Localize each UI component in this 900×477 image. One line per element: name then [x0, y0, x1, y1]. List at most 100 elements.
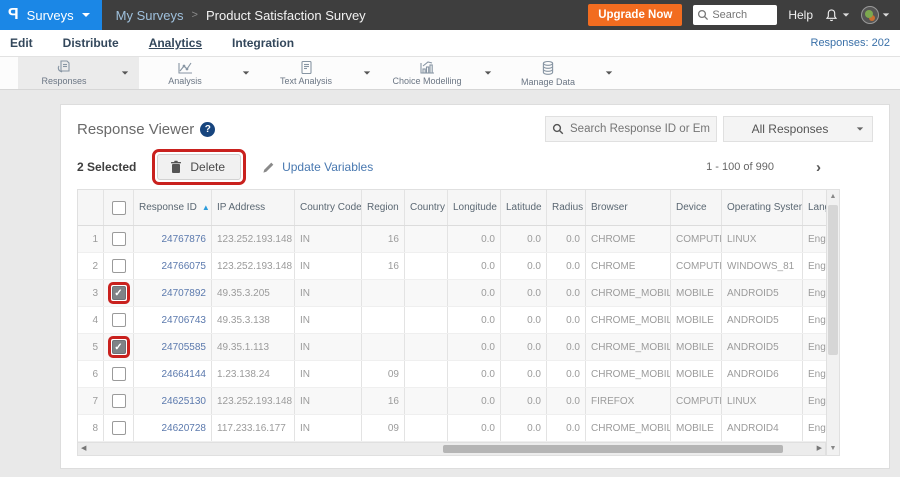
header-browser[interactable]: Browser [586, 190, 671, 225]
header-country[interactable]: Country [405, 190, 448, 225]
tab-analytics[interactable]: Analytics [149, 36, 202, 50]
tab-edit[interactable]: Edit [10, 36, 33, 50]
cell-country [405, 307, 448, 333]
response-id-link[interactable]: 24625130 [162, 396, 207, 407]
row-checkbox[interactable] [111, 286, 126, 300]
scroll-right-icon[interactable]: ▶ [817, 444, 822, 452]
cell-ip-address: 1.23.138.24 [212, 361, 295, 387]
header-device[interactable]: Device [671, 190, 722, 225]
cell-device: MOBILE [671, 280, 722, 306]
breadcrumb-my-surveys[interactable]: My Surveys [116, 8, 184, 23]
header-country-code[interactable]: Country Code [295, 190, 362, 225]
header-operating-system[interactable]: Operating System [722, 190, 803, 225]
cell-browser: CHROME [586, 253, 671, 279]
account-menu[interactable] [861, 6, 890, 24]
responses-count-badge[interactable]: Responses: 202 [811, 37, 891, 49]
response-id-link[interactable]: 24707892 [162, 288, 207, 299]
cell-country-code: IN [295, 226, 362, 252]
row-number: 1 [78, 226, 104, 252]
response-filter-dropdown[interactable]: All Responses [723, 116, 873, 142]
chevron-down-icon [842, 13, 850, 17]
row-checkbox[interactable] [111, 394, 126, 408]
cell-device: MOBILE [671, 361, 722, 387]
cell-country-code: IN [295, 388, 362, 414]
response-search-input[interactable] [545, 116, 717, 142]
row-number: 6 [78, 361, 104, 387]
tab-integration[interactable]: Integration [232, 36, 294, 50]
header-checkbox-cell [104, 190, 134, 225]
manage-data-icon [542, 60, 554, 75]
selected-count-label: 2 Selected [77, 160, 137, 174]
vertical-scroll-thumb[interactable] [828, 205, 838, 355]
scroll-up-icon[interactable]: ▲ [827, 193, 839, 200]
page-title: Response Viewer [77, 120, 195, 138]
header-longitude[interactable]: Longitude [448, 190, 501, 225]
scroll-down-icon[interactable]: ▼ [827, 445, 839, 452]
horizontal-scroll-thumb[interactable] [443, 445, 783, 453]
update-variables-button[interactable]: Update Variables [262, 160, 373, 174]
row-checkbox-cell [104, 226, 134, 252]
toolbar-text-analysis[interactable]: Text Analysis [260, 57, 352, 89]
row-checkbox-cell [104, 388, 134, 414]
chevron-down-icon [856, 127, 864, 131]
vertical-scrollbar[interactable]: ▲ ▼ [826, 189, 840, 456]
delete-button[interactable]: Delete [157, 154, 242, 180]
toolbar-responses-dropdown[interactable] [110, 57, 139, 89]
table-body: 1 24767876 123.252.193.148 IN 16 0.0 0.0… [78, 226, 826, 442]
toolbar-choice-modelling[interactable]: Choice Modelling [381, 57, 473, 89]
toolbar-manage-data-dropdown[interactable] [594, 57, 623, 89]
table-row: 5 24705585 49.35.1.113 IN 0.0 0.0 0.0 CH… [78, 334, 826, 361]
response-id-link[interactable]: 24664144 [162, 369, 207, 380]
surveys-menu[interactable]: P Surveys [0, 0, 102, 30]
toolbar-text-analysis-dropdown[interactable] [352, 57, 381, 89]
cell-longitude: 0.0 [448, 334, 501, 360]
cell-operating-system: LINUX [722, 226, 803, 252]
cell-country [405, 280, 448, 306]
cell-radius: 0.0 [547, 307, 586, 333]
response-id-link[interactable]: 24705585 [162, 342, 207, 353]
upgrade-now-button[interactable]: Upgrade Now [588, 4, 683, 26]
text-analysis-icon [300, 60, 312, 75]
header-region[interactable]: Region [362, 190, 405, 225]
toolbar-responses[interactable]: Responses [18, 57, 110, 89]
cell-language: English [803, 388, 826, 414]
cell-latitude: 0.0 [501, 226, 547, 252]
help-link[interactable]: Help [788, 8, 813, 22]
scroll-left-icon[interactable]: ◀ [81, 444, 86, 452]
response-id-link[interactable]: 24706743 [162, 315, 207, 326]
cell-operating-system: ANDROID5 [722, 280, 803, 306]
cell-country-code: IN [295, 334, 362, 360]
response-id-link[interactable]: 24620728 [162, 423, 207, 434]
row-checkbox[interactable] [111, 421, 126, 435]
toolbar-choice-modelling-dropdown[interactable] [473, 57, 502, 89]
avatar [861, 6, 879, 24]
horizontal-scrollbar[interactable]: ◀ ▶ [77, 443, 826, 456]
select-all-checkbox[interactable] [111, 200, 126, 215]
row-checkbox[interactable] [111, 340, 126, 354]
cell-country [405, 415, 448, 441]
row-checkbox[interactable] [111, 313, 126, 327]
cell-device: COMPUTER [671, 253, 722, 279]
next-page-button[interactable]: › [816, 160, 821, 175]
row-checkbox[interactable] [111, 367, 126, 381]
row-checkbox[interactable] [111, 259, 126, 273]
toolbar-analysis[interactable]: Analysis [139, 57, 231, 89]
toolbar-analysis-label: Analysis [168, 76, 202, 86]
header-response-id[interactable]: Response ID ▲ [134, 190, 212, 225]
cell-country [405, 226, 448, 252]
response-id-link[interactable]: 24766075 [162, 261, 207, 272]
header-ip-address[interactable]: IP Address [212, 190, 295, 225]
cell-device: COMPUTER [671, 226, 722, 252]
header-latitude[interactable]: Latitude [501, 190, 547, 225]
row-checkbox[interactable] [111, 232, 126, 246]
notifications-menu[interactable] [824, 8, 850, 23]
toolbar-manage-data[interactable]: Manage Data [502, 57, 594, 89]
toolbar-analysis-dropdown[interactable] [231, 57, 260, 89]
header-language[interactable]: Language [803, 190, 826, 225]
cell-browser: CHROME [586, 226, 671, 252]
help-icon[interactable]: ? [200, 121, 216, 137]
response-id-link[interactable]: 24767876 [162, 234, 207, 245]
cell-device: COMPUTER [671, 388, 722, 414]
header-radius[interactable]: Radius [547, 190, 586, 225]
tab-distribute[interactable]: Distribute [63, 36, 119, 50]
